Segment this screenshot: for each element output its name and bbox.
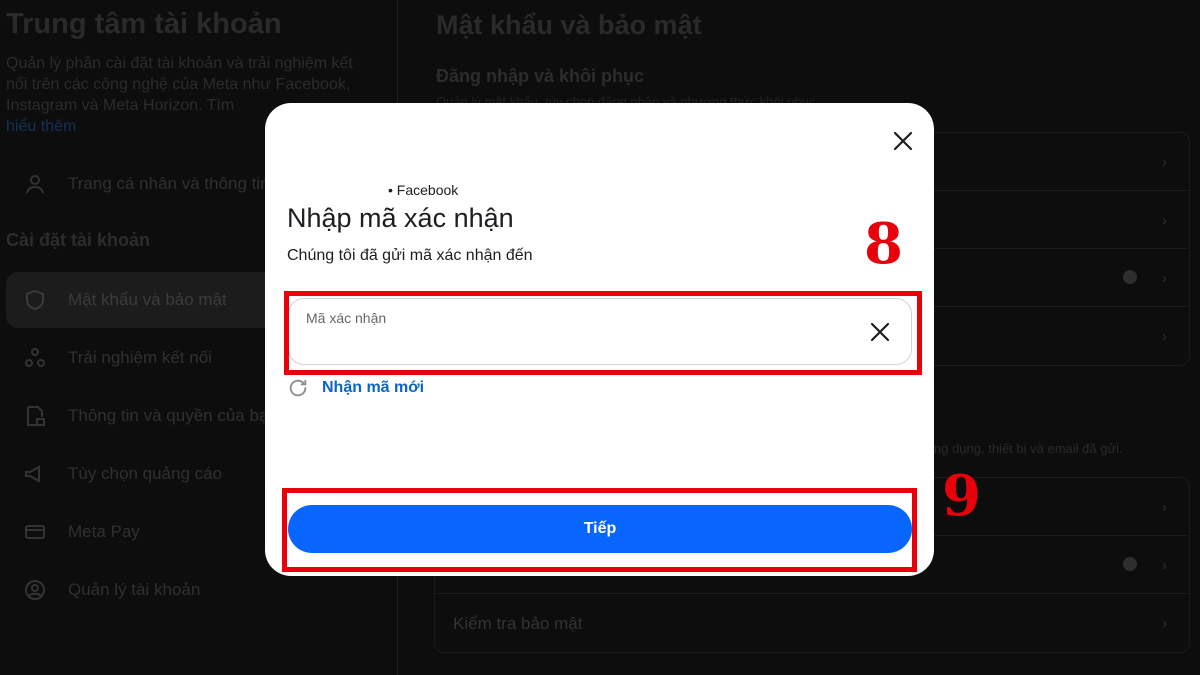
continue-button[interactable]: Tiếp [288,505,912,553]
dialog-subtitle: Chúng tôi đã gửi mã xác nhận đến [287,247,533,264]
chevron-right-icon: › [1162,499,1167,516]
shield-icon [22,287,48,313]
verification-code-input[interactable]: Mã xác nhận [288,298,912,365]
chevron-right-icon: › [1162,557,1167,574]
connected-icon [22,345,48,371]
settings-heading: Cài đặt tài khoản [6,230,151,250]
chevron-right-icon: › [1162,212,1167,229]
sidebar-item-label: Mật khẩu và bảo mật [68,290,227,309]
platform-label: • Facebook [388,182,459,198]
facebook-icon [1123,557,1137,571]
resend-code-label: Nhận mã mới [322,379,425,396]
security-checks-description: ng dụng, thiết bị và email đã gửi. [934,441,1123,456]
verification-code-dialog: • Facebook Nhập mã xác nhận Chúng tôi đã… [265,103,934,576]
chevron-right-icon: › [1162,615,1167,632]
sidebar-item-label: Quản lý tài khoản [68,580,201,599]
sidebar-item-label: Trang cá nhân và thông tin [68,174,270,193]
security-page-title: Mật khẩu và bảo mật [436,10,702,40]
sidebar-item-label: Tùy chọn quảng cáo [68,464,223,483]
refresh-icon [289,379,307,397]
security-check-row[interactable]: Kiểm tra bảo mật › [435,594,1189,652]
login-recovery-heading: Đăng nhập và khôi phục [436,66,645,86]
card-icon [22,519,48,545]
facebook-icon [1123,270,1137,284]
close-button[interactable] [887,125,919,157]
user-circle-icon [22,577,48,603]
clear-input-button[interactable] [867,319,893,345]
resend-code-link[interactable]: Nhận mã mới [287,377,424,399]
close-icon [893,131,913,151]
sidebar-item-label: Trải nghiệm kết nối [68,348,212,367]
sidebar-item-label: Thông tin và quyền của bạn [68,406,278,425]
step-number-9: 9 [942,463,981,529]
sidebar-item-label: Meta Pay [68,522,140,541]
security-check-label: Kiểm tra bảo mật [453,614,583,633]
account-center-title: Trung tâm tài khoản [6,8,282,40]
chevron-right-icon: › [1162,328,1167,345]
dialog-title: Nhập mã xác nhận [287,203,514,233]
megaphone-icon [22,461,48,487]
chevron-right-icon: › [1162,270,1167,287]
user-icon [22,171,48,197]
verification-code-placeholder: Mã xác nhận [306,310,387,326]
chevron-right-icon: › [1162,154,1167,171]
document-lock-icon [22,403,48,429]
step-number-8: 8 [864,211,903,277]
close-icon [870,322,890,342]
